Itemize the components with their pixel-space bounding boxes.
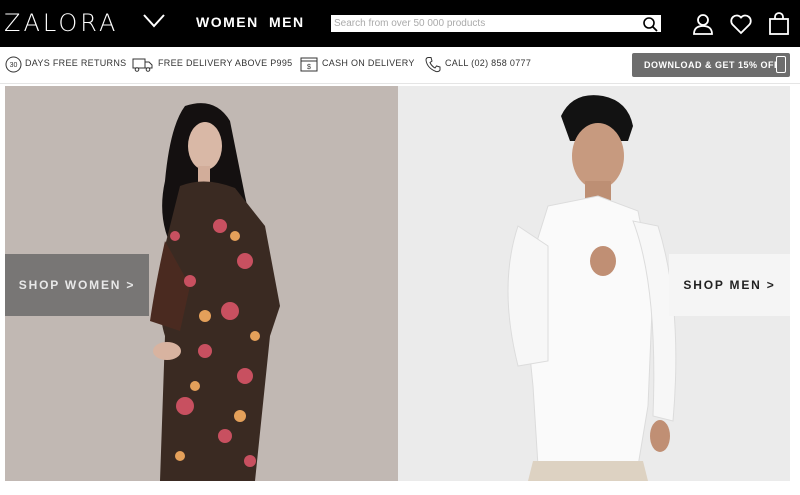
nav-women[interactable]: WOMEN bbox=[196, 14, 259, 30]
download-app-button[interactable]: DOWNLOAD & GET 15% OFF bbox=[632, 53, 790, 77]
usp-delivery-text: FREE DELIVERY ABOVE P995 bbox=[158, 58, 293, 68]
download-app-label: DOWNLOAD & GET 15% OFF bbox=[644, 60, 781, 70]
top-header: ZALORA WOMEN MEN bbox=[0, 0, 800, 47]
search-input[interactable] bbox=[331, 15, 661, 32]
delivery-truck-icon bbox=[132, 58, 153, 72]
chevron-down-icon[interactable] bbox=[142, 12, 166, 30]
account-icon[interactable] bbox=[691, 12, 715, 36]
wishlist-heart-icon[interactable] bbox=[729, 12, 753, 36]
cash-icon: $ bbox=[300, 57, 318, 72]
shop-women-button[interactable]: SHOP WOMEN > bbox=[5, 254, 149, 316]
svg-text:$: $ bbox=[307, 64, 311, 71]
search-icon[interactable] bbox=[642, 16, 658, 32]
usp-call-text: CALL (02) 858 0777 bbox=[445, 58, 532, 68]
mobile-phone-icon bbox=[776, 56, 786, 73]
shop-men-button[interactable]: SHOP MEN > bbox=[669, 254, 790, 316]
svg-text:30: 30 bbox=[10, 62, 18, 69]
nav-men[interactable]: MEN bbox=[269, 14, 305, 30]
30-days-returns-icon: 30 bbox=[5, 56, 22, 73]
usp-cod-text: CASH ON DELIVERY bbox=[322, 58, 415, 68]
phone-icon bbox=[425, 57, 441, 73]
usp-returns-text: DAYS FREE RETURNS bbox=[25, 58, 127, 68]
zalora-logo[interactable]: ZALORA bbox=[4, 9, 118, 37]
shopping-bag-icon[interactable] bbox=[767, 12, 791, 36]
